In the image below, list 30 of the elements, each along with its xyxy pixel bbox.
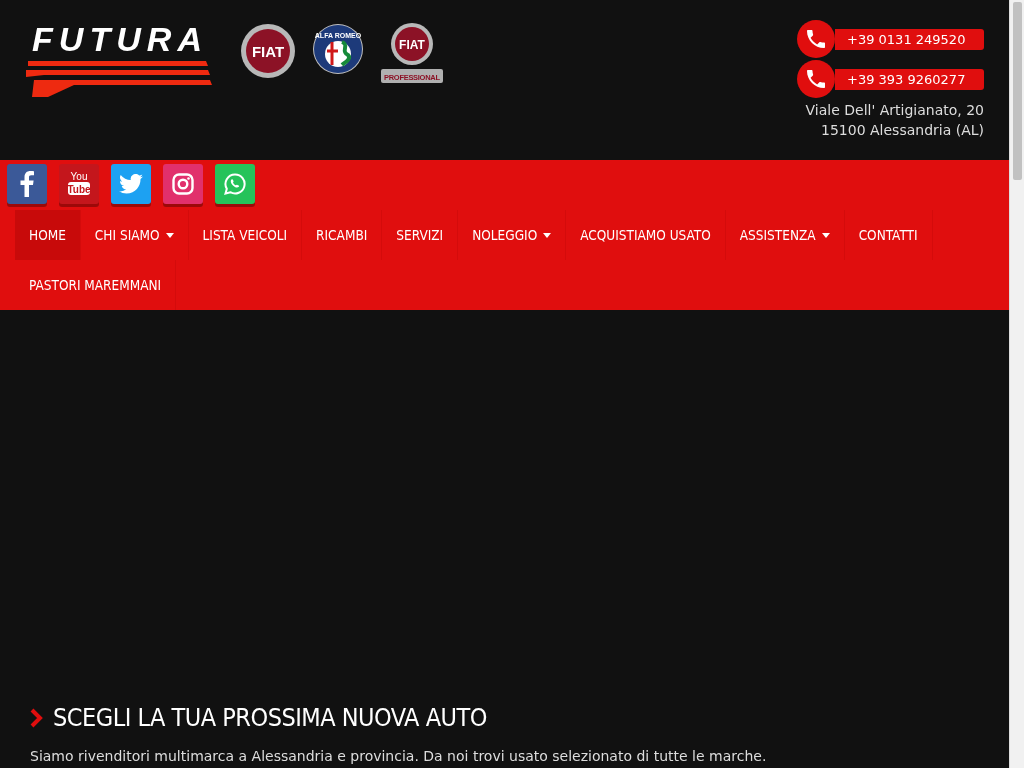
nav-link[interactable]: RICAMBI xyxy=(302,210,383,260)
chevron-icon xyxy=(30,707,44,728)
chat-phone-icon xyxy=(224,173,246,195)
whatsapp-button[interactable] xyxy=(215,164,255,204)
address-line: Viale Dell' Artigianato, 20 xyxy=(805,101,984,120)
futura-logo[interactable]: FUTURA xyxy=(24,17,214,101)
nav-link[interactable]: HOME xyxy=(15,210,81,260)
bird-icon xyxy=(119,174,143,194)
youtube-button[interactable]: You Tube xyxy=(59,164,99,204)
nav-link[interactable]: CONTATTI xyxy=(844,210,933,260)
nav-link[interactable]: CHI SIAMO xyxy=(80,210,189,260)
phone-icon xyxy=(797,60,835,98)
nav-link[interactable]: ASSISTENZA xyxy=(725,210,845,260)
nav-link[interactable]: LISTA VEICOLI xyxy=(188,210,303,260)
nav-link[interactable]: ACQUISTIAMO USATO xyxy=(566,210,726,260)
phone-link[interactable]: +39 393 9260277 xyxy=(835,68,984,90)
nav-link[interactable]: NOLEGGIO xyxy=(458,210,567,260)
section-heading: SCEGLI LA TUA PROSSIMA NUOVA AUTO xyxy=(53,703,487,732)
phone-icon xyxy=(797,20,835,58)
nav-link[interactable]: PASTORI MAREMMANI xyxy=(15,260,177,310)
facebook-icon xyxy=(20,171,34,197)
facebook-button[interactable] xyxy=(7,164,47,204)
address-line: 15100 Alessandria (AL) xyxy=(821,121,984,140)
nav-link[interactable]: SERVIZI xyxy=(382,210,459,260)
camera-icon xyxy=(172,173,194,195)
twitter-button[interactable] xyxy=(111,164,151,204)
section-text: Siamo rivenditori multimarca a Alessandria e provincia. Da noi trovi usato selezionato di tutte le marche. xyxy=(30,747,768,766)
phone-link[interactable]: +39 0131 249520 xyxy=(835,28,984,50)
fiat-logo[interactable]: FIAT xyxy=(240,23,296,79)
instagram-button[interactable] xyxy=(163,164,203,204)
